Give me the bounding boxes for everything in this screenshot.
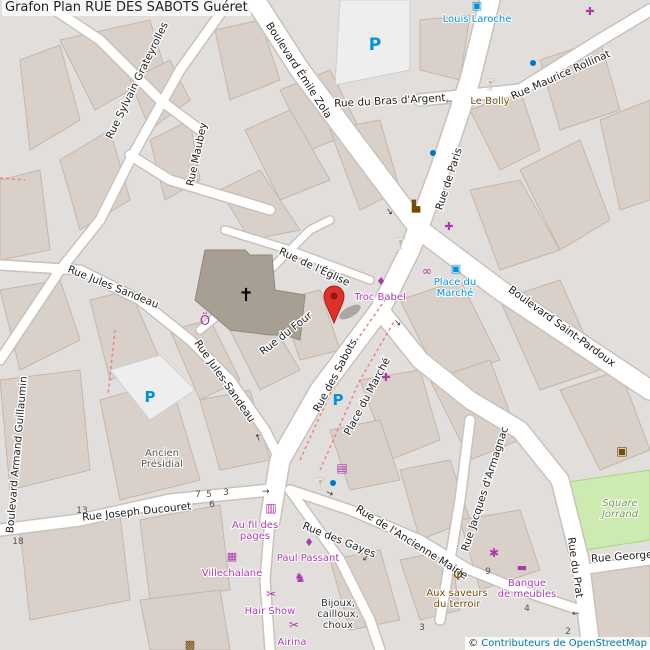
bakery-icon[interactable]: ▦ <box>227 550 237 563</box>
poi-label-villechalane: Villechalane <box>202 568 262 579</box>
parking-icon[interactable]: P <box>333 391 344 409</box>
svg-text:←: ← <box>445 97 453 107</box>
bus-icon[interactable]: ▣ <box>472 0 482 12</box>
tshirt-icon[interactable]: ♦ <box>304 536 314 549</box>
poi-label-paul-passant: Paul Passant <box>277 553 340 564</box>
house-number: 13 <box>76 506 87 516</box>
map-attribution[interactable]: © Contributeurs de OpenStreetMap <box>465 637 650 650</box>
svg-text:→: → <box>262 487 270 497</box>
attribution-prefix: © <box>468 638 479 649</box>
scissors-icon[interactable]: ✂ <box>289 618 299 632</box>
book-icon[interactable]: ▤ <box>336 461 347 475</box>
pharmacy-icon[interactable]: ✚ <box>381 371 390 384</box>
poi-label-louis-laroche: Louis Laroche <box>443 14 512 25</box>
book-icon[interactable]: ▥ <box>265 501 276 515</box>
house-number: 2 <box>565 627 571 637</box>
knife-fork-icon[interactable]: Ψ <box>453 569 462 583</box>
dancer-icon[interactable]: ✱ <box>489 546 499 560</box>
poi-label-square-jorrand: Square Jorrand <box>600 498 639 520</box>
osm-link[interactable]: Contributeurs de OpenStreetMap <box>481 638 647 649</box>
poi-label-troc-babel: Troc Babel <box>353 292 406 303</box>
house-number: 5 <box>206 490 212 500</box>
parking-icon[interactable]: P <box>145 388 156 406</box>
house-number: 9 <box>485 567 491 577</box>
poi-label-place-du-marche: Place du Marché <box>434 277 476 299</box>
poi-label-le-bolly: Le Bolly <box>470 96 509 107</box>
pharmacy-icon[interactable]: ✚ <box>444 220 453 233</box>
ring-icon[interactable]: Ö <box>200 312 210 329</box>
rocking-horse-icon[interactable]: ♞ <box>294 571 306 586</box>
map-view[interactable]: ✝ → → ← → → → → → ← Boulevard Émile Zola… <box>0 0 650 650</box>
latin-cross-icon: ✝ <box>238 285 253 306</box>
house-number: 18 <box>12 537 24 547</box>
glasses-icon[interactable]: ∞ <box>422 264 432 278</box>
poi-label-bijoux-cailloux-choux: Bijoux, cailloux, choux <box>317 598 359 631</box>
cocktail-glass-icon[interactable]: 🍸 <box>393 236 407 250</box>
parking-icon[interactable]: P <box>369 35 381 55</box>
cocktail-glass-icon[interactable]: 🍸 <box>483 77 497 91</box>
poi-label-aux-saveurs-du-terroir: Aux saveurs du terroir <box>426 588 487 610</box>
bin-icon[interactable]: ▙ <box>411 199 421 213</box>
film-icon[interactable]: ▩ <box>185 638 195 650</box>
scissors-icon[interactable]: ✂ <box>266 587 276 601</box>
house-number: 3 <box>223 488 229 498</box>
film-icon[interactable]: ▣ <box>616 444 627 458</box>
svg-text:←: ← <box>572 609 580 619</box>
house-number: 7 <box>195 490 201 500</box>
map-canvas[interactable]: ✝ → → ← → → → → → ← Boulevard Émile Zola… <box>0 0 650 650</box>
bus-icon[interactable]: ▣ <box>451 262 461 275</box>
pharmacy-icon[interactable]: ✚ <box>585 5 594 18</box>
house-number: 6 <box>209 500 215 510</box>
house-number: 3 <box>419 623 425 633</box>
poi-label-airina: Airina <box>278 637 307 648</box>
house-number: 4 <box>524 604 530 614</box>
poi-label-ancien-presidial: Ancien Présidial <box>141 448 183 470</box>
map-title: Grafon Plan RUE DES SABOTS Guéret <box>2 0 251 16</box>
cocktail-glass-icon[interactable]: 🍸 <box>313 476 327 490</box>
poi-label-hair-show: Hair Show <box>245 606 296 617</box>
sofa-icon[interactable]: ▬ <box>517 561 527 574</box>
tshirt-icon[interactable]: ♦ <box>376 275 386 288</box>
